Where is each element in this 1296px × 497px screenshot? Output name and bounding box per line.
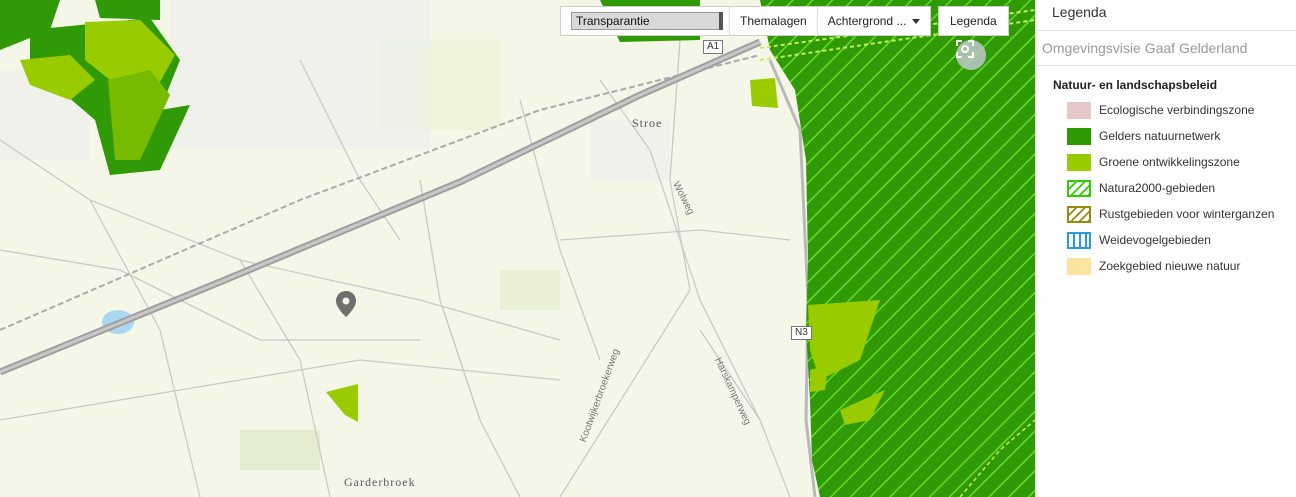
road-shield-n3: N3 xyxy=(791,326,812,340)
slider-thumb[interactable] xyxy=(719,12,723,30)
locate-icon xyxy=(956,40,974,58)
legend-item-gelders-natuurnetwerk: Gelders natuurnetwerk xyxy=(1053,123,1296,149)
legend-swatch xyxy=(1067,179,1091,197)
legend-swatch xyxy=(1067,205,1091,223)
legend-item-label: Natura2000-gebieden xyxy=(1099,181,1216,195)
legend-panel: Legenda Omgevingsvisie Gaaf Gelderland N… xyxy=(1035,0,1296,497)
achtergrond-label: Achtergrond ... xyxy=(827,14,907,28)
legend-item-weidevogelgebieden: Weidevogelgebieden xyxy=(1053,227,1296,253)
achtergrond-dropdown[interactable]: Achtergrond ... xyxy=(818,7,931,35)
map-canvas[interactable]: Stroe Garderbroek A1 N3 Wolweg Kootwijke… xyxy=(0,0,1035,497)
legend-item-ecologische-verbindingszone: Ecologische verbindingszone xyxy=(1053,97,1296,123)
map-marker-icon[interactable] xyxy=(336,291,356,317)
map-layer xyxy=(0,0,1035,497)
caret-down-icon xyxy=(912,18,921,24)
legend-item-label: Weidevogelgebieden xyxy=(1099,233,1211,247)
panel-title: Legenda xyxy=(1036,0,1296,31)
legend-swatch xyxy=(1067,127,1091,145)
legend-item-label: Gelders natuurnetwerk xyxy=(1099,129,1221,143)
legend-item-label: Ecologische verbindingszone xyxy=(1099,103,1255,117)
legend-item-natura2000-gebieden: Natura2000-gebieden xyxy=(1053,175,1296,201)
road-shield-a1: A1 xyxy=(703,40,724,54)
legend-group-title: Natuur- en landschapsbeleid xyxy=(1053,78,1218,92)
legend-list: Ecologische verbindingszone Gelders natuu… xyxy=(1053,97,1296,279)
legend-swatch xyxy=(1067,257,1091,275)
legend-group: Natuur- en landschapsbeleid Ecologische … xyxy=(1036,66,1296,279)
legend-item-zoekgebied-nieuwe-natuur: Zoekgebied nieuwe natuur xyxy=(1053,253,1296,279)
place-label-stroe: Stroe xyxy=(632,116,663,130)
legend-swatch xyxy=(1067,101,1091,119)
legend-swatch xyxy=(1067,153,1091,171)
place-label-garderbroek: Garderbroek xyxy=(344,475,416,489)
legenda-button[interactable]: Legenda xyxy=(938,6,1009,36)
panel-subtitle: Omgevingsvisie Gaaf Gelderland xyxy=(1036,31,1296,66)
transparency-control: Transparantie xyxy=(561,7,730,35)
legend-item-rustgebieden-winterganzen: Rustgebieden voor winterganzen xyxy=(1053,201,1296,227)
locate-button[interactable] xyxy=(956,40,986,70)
legend-item-label: Groene ontwikkelingszone xyxy=(1099,155,1240,169)
legend-item-label: Zoekgebied nieuwe natuur xyxy=(1099,259,1241,273)
transparency-slider[interactable]: Transparantie xyxy=(571,12,723,30)
legend-item-groene-ontwikkelingszone: Groene ontwikkelingszone xyxy=(1053,149,1296,175)
legend-item-label: Rustgebieden voor winterganzen xyxy=(1099,207,1275,221)
map-toolbar: Transparantie Themalagen Achtergrond ... xyxy=(560,6,932,36)
transparency-label: Transparantie xyxy=(576,14,650,28)
themalagen-button[interactable]: Themalagen xyxy=(730,7,818,35)
legend-swatch xyxy=(1067,231,1091,249)
